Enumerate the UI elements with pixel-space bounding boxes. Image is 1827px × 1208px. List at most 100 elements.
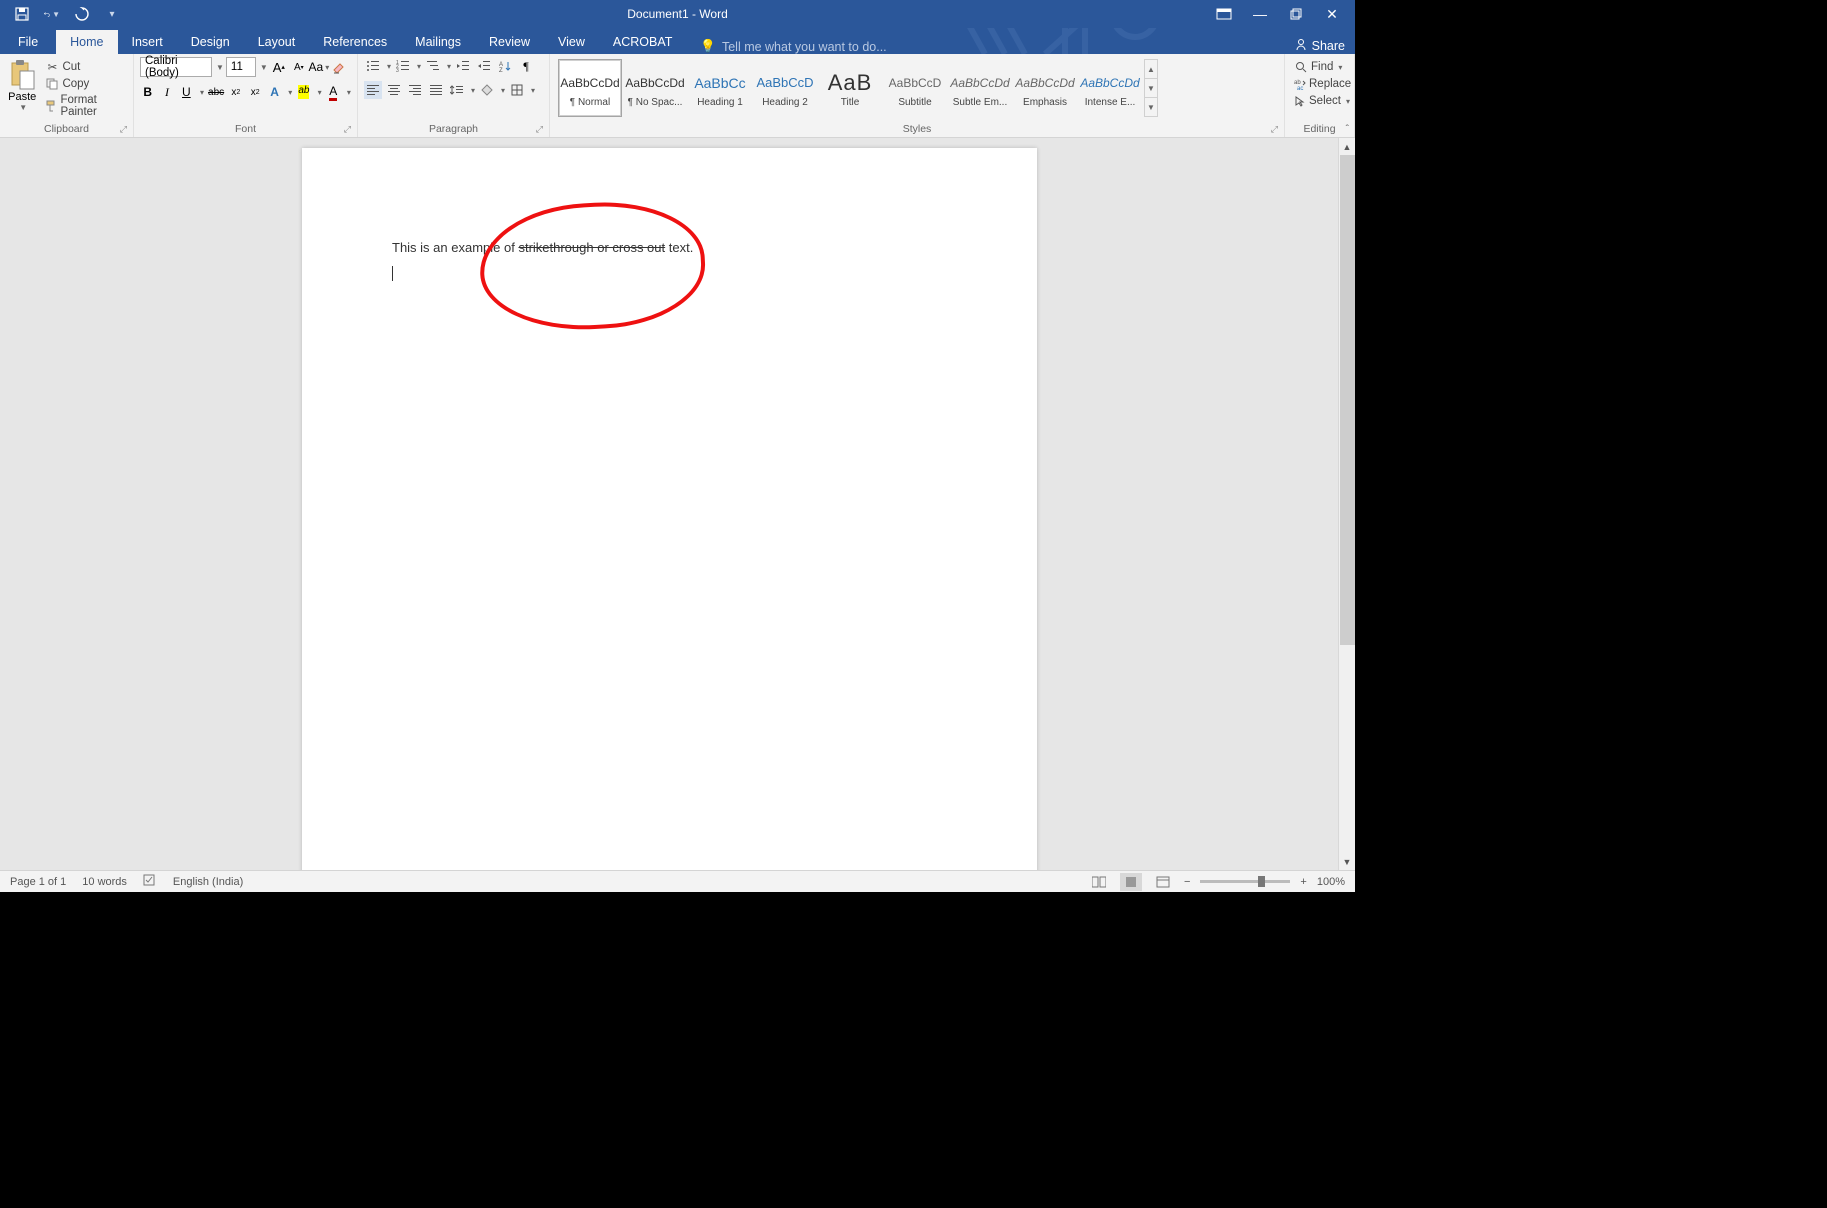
print-layout-button[interactable]	[1120, 873, 1142, 891]
line-spacing-button[interactable]	[448, 81, 466, 99]
close-icon[interactable]: ✕	[1323, 5, 1341, 23]
line-spacing-dropdown-icon[interactable]: ▾	[469, 86, 475, 95]
font-size-combo[interactable]: 11	[226, 57, 256, 77]
font-name-dropdown-icon[interactable]: ▼	[214, 63, 224, 72]
subscript-button[interactable]: x2	[228, 83, 243, 101]
zoom-out-button[interactable]: −	[1184, 876, 1190, 888]
ribbon-display-icon[interactable]	[1215, 5, 1233, 23]
zoom-slider[interactable]	[1200, 880, 1290, 883]
tell-me-search[interactable]: 💡 Tell me what you want to do...	[686, 39, 886, 54]
strikethrough-button[interactable]: abc	[208, 83, 224, 101]
font-size-dropdown-icon[interactable]: ▼	[258, 63, 268, 72]
grow-font-button[interactable]: A▴	[270, 58, 288, 76]
shrink-font-button[interactable]: A▾	[290, 58, 308, 76]
bullets-dropdown-icon[interactable]: ▾	[385, 62, 391, 71]
maximize-icon[interactable]	[1287, 5, 1305, 23]
sort-button[interactable]: AZ	[496, 57, 514, 75]
zoom-in-button[interactable]: +	[1300, 876, 1306, 888]
decrease-indent-button[interactable]	[454, 57, 472, 75]
tab-home[interactable]: Home	[56, 30, 117, 54]
justify-button[interactable]	[427, 81, 445, 99]
minimize-icon[interactable]: —	[1251, 5, 1269, 23]
superscript-button[interactable]: x2	[248, 83, 263, 101]
highlight-dropdown-icon[interactable]: ▾	[316, 88, 322, 97]
gallery-down-icon[interactable]: ▼	[1145, 79, 1157, 98]
style-heading2[interactable]: AaBbCcDHeading 2	[753, 59, 817, 117]
status-proofing-icon[interactable]	[143, 874, 157, 889]
paragraph-launcher-icon[interactable]: ⤢	[536, 124, 543, 135]
cut-button[interactable]: ✂Cut	[42, 59, 127, 75]
paste-button[interactable]: Paste ▼	[6, 57, 38, 119]
font-color-button[interactable]: A	[326, 83, 341, 101]
tab-view[interactable]: View	[544, 30, 599, 54]
show-marks-button[interactable]: ¶	[517, 57, 535, 75]
style-subtle-emphasis[interactable]: AaBbCcDdSubtle Em...	[948, 59, 1012, 117]
multilevel-list-button[interactable]	[424, 57, 442, 75]
highlight-button[interactable]: ab	[296, 83, 311, 101]
scroll-down-icon[interactable]: ▼	[1339, 853, 1355, 870]
gallery-more-icon[interactable]: ▼	[1145, 98, 1157, 116]
collapse-ribbon-icon[interactable]: ˆ	[1346, 124, 1349, 135]
shading-button[interactable]	[478, 81, 496, 99]
document-content[interactable]: This is an example of strikethrough or c…	[302, 148, 1037, 373]
numbering-button[interactable]: 123	[394, 57, 412, 75]
copy-button[interactable]: Copy	[42, 76, 127, 92]
clipboard-launcher-icon[interactable]: ⤢	[120, 124, 127, 135]
font-color-dropdown-icon[interactable]: ▾	[345, 88, 351, 97]
borders-dropdown-icon[interactable]: ▾	[529, 86, 535, 95]
tab-file[interactable]: File	[0, 30, 56, 54]
numbering-dropdown-icon[interactable]: ▾	[415, 62, 421, 71]
underline-dropdown-icon[interactable]: ▾	[198, 88, 204, 97]
text-effects-dropdown-icon[interactable]: ▾	[286, 88, 292, 97]
font-launcher-icon[interactable]: ⤢	[344, 124, 351, 135]
borders-button[interactable]	[508, 81, 526, 99]
align-left-button[interactable]	[364, 81, 382, 99]
qat-customize-icon[interactable]: ▾	[104, 6, 120, 22]
web-layout-button[interactable]	[1152, 873, 1174, 891]
change-case-button[interactable]: Aa▾	[310, 58, 328, 76]
underline-button[interactable]: U	[179, 83, 194, 101]
status-language[interactable]: English (India)	[173, 876, 243, 888]
style-heading1[interactable]: AaBbCcHeading 1	[688, 59, 752, 117]
vertical-scrollbar[interactable]: ▲ ▼	[1338, 138, 1355, 870]
tab-references[interactable]: References	[309, 30, 401, 54]
tab-acrobat[interactable]: ACROBAT	[599, 30, 687, 54]
tab-design[interactable]: Design	[177, 30, 244, 54]
styles-launcher-icon[interactable]: ⤢	[1271, 124, 1278, 135]
italic-button[interactable]: I	[159, 83, 174, 101]
scroll-up-icon[interactable]: ▲	[1339, 138, 1355, 155]
align-right-button[interactable]	[406, 81, 424, 99]
increase-indent-button[interactable]	[475, 57, 493, 75]
redo-icon[interactable]	[74, 6, 90, 22]
replace-button[interactable]: abacReplace	[1291, 76, 1348, 92]
shading-dropdown-icon[interactable]: ▾	[499, 86, 505, 95]
document-page[interactable]: This is an example of strikethrough or c…	[302, 148, 1037, 870]
scroll-thumb[interactable]	[1340, 155, 1355, 645]
style-normal[interactable]: AaBbCcDd¶ Normal	[558, 59, 622, 117]
status-words[interactable]: 10 words	[82, 876, 127, 888]
multilevel-dropdown-icon[interactable]: ▾	[445, 62, 451, 71]
tab-review[interactable]: Review	[475, 30, 544, 54]
bold-button[interactable]: B	[140, 83, 155, 101]
find-button[interactable]: Find▾	[1291, 59, 1348, 75]
clear-formatting-button[interactable]	[330, 58, 348, 76]
tab-mailings[interactable]: Mailings	[401, 30, 475, 54]
align-center-button[interactable]	[385, 81, 403, 99]
paste-dropdown-icon[interactable]: ▼	[17, 103, 27, 112]
zoom-level[interactable]: 100%	[1317, 876, 1345, 888]
text-effects-button[interactable]: A	[267, 83, 282, 101]
style-subtitle[interactable]: AaBbCcDSubtitle	[883, 59, 947, 117]
font-name-combo[interactable]: Calibri (Body)	[140, 57, 212, 77]
select-button[interactable]: Select▾	[1291, 93, 1348, 109]
share-button[interactable]: Share	[1294, 37, 1345, 54]
tab-insert[interactable]: Insert	[118, 30, 177, 54]
save-icon[interactable]	[14, 6, 30, 22]
style-no-spacing[interactable]: AaBbCcDd¶ No Spac...	[623, 59, 687, 117]
format-painter-button[interactable]: Format Painter	[42, 93, 127, 119]
gallery-up-icon[interactable]: ▲	[1145, 60, 1157, 79]
status-page[interactable]: Page 1 of 1	[10, 876, 66, 888]
bullets-button[interactable]	[364, 57, 382, 75]
tab-layout[interactable]: Layout	[244, 30, 310, 54]
style-title[interactable]: AaBTitle	[818, 59, 882, 117]
style-intense-emphasis[interactable]: AaBbCcDdIntense E...	[1078, 59, 1142, 117]
